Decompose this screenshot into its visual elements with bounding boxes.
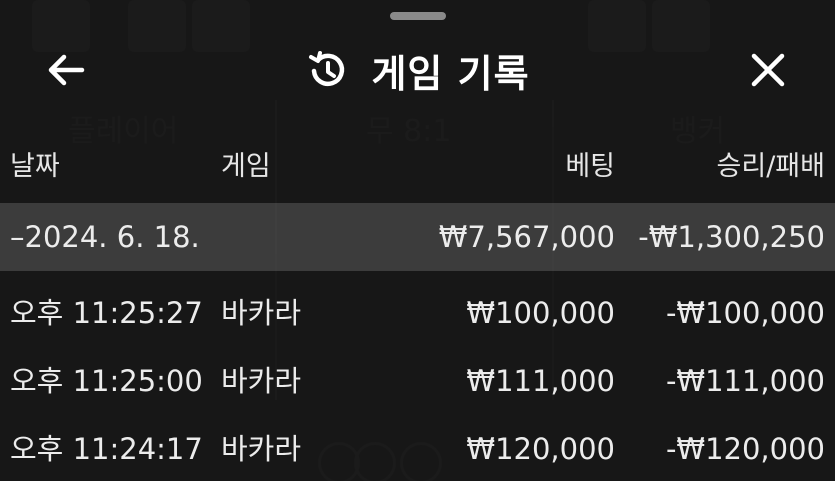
row-bet: ₩100,000 bbox=[466, 296, 615, 330]
date-group-result-total: -₩1,300,250 bbox=[638, 220, 825, 254]
row-result: -₩111,000 bbox=[665, 364, 825, 398]
row-game: 바카라 bbox=[221, 432, 302, 466]
column-header-date: 날짜 bbox=[10, 151, 60, 182]
date-group-bet-total: ₩7,567,000 bbox=[438, 220, 615, 254]
date-group-row[interactable]: –2024. 6. 18. ₩7,567,000 -₩1,300,250 bbox=[0, 203, 835, 271]
row-result: -₩100,000 bbox=[665, 296, 825, 330]
row-time: 오후 11:24:17 bbox=[10, 432, 203, 466]
close-button[interactable] bbox=[740, 46, 796, 94]
row-time: 오후 11:25:27 bbox=[10, 296, 203, 330]
history-panel: 게임 기록 날짜 게임 베팅 승리/패배 –2024. 6. 18. ₩7,56… bbox=[0, 0, 835, 481]
game-history-screen: 플레이어 무 8:1 뱅커 게임 기록 bbox=[0, 0, 835, 481]
column-header-bet: 베팅 bbox=[565, 151, 615, 182]
table-header: 날짜 게임 베팅 승리/패배 bbox=[0, 145, 835, 189]
title-group: 게임 기록 bbox=[0, 42, 835, 98]
column-header-result: 승리/패배 bbox=[716, 151, 825, 182]
close-x-icon bbox=[751, 53, 785, 87]
column-header-game: 게임 bbox=[221, 151, 271, 182]
row-bet: ₩111,000 bbox=[466, 364, 615, 398]
row-result: -₩120,000 bbox=[665, 432, 825, 466]
row-time: 오후 11:25:00 bbox=[10, 364, 203, 398]
table-row[interactable]: 오후 11:24:17 바카라 ₩120,000 -₩120,000 bbox=[0, 415, 835, 481]
row-bet: ₩120,000 bbox=[466, 432, 615, 466]
row-game: 바카라 bbox=[221, 364, 302, 398]
row-game: 바카라 bbox=[221, 296, 302, 330]
page-title: 게임 기록 bbox=[371, 51, 530, 96]
history-clock-icon bbox=[309, 51, 345, 87]
table-row[interactable]: 오후 11:25:00 바카라 ₩111,000 -₩111,000 bbox=[0, 347, 835, 415]
panel-header: 게임 기록 bbox=[0, 30, 835, 110]
drag-handle[interactable] bbox=[390, 12, 446, 20]
date-group-label: –2024. 6. 18. bbox=[10, 220, 200, 254]
table-row[interactable]: 오후 11:25:27 바카라 ₩100,000 -₩100,000 bbox=[0, 279, 835, 347]
